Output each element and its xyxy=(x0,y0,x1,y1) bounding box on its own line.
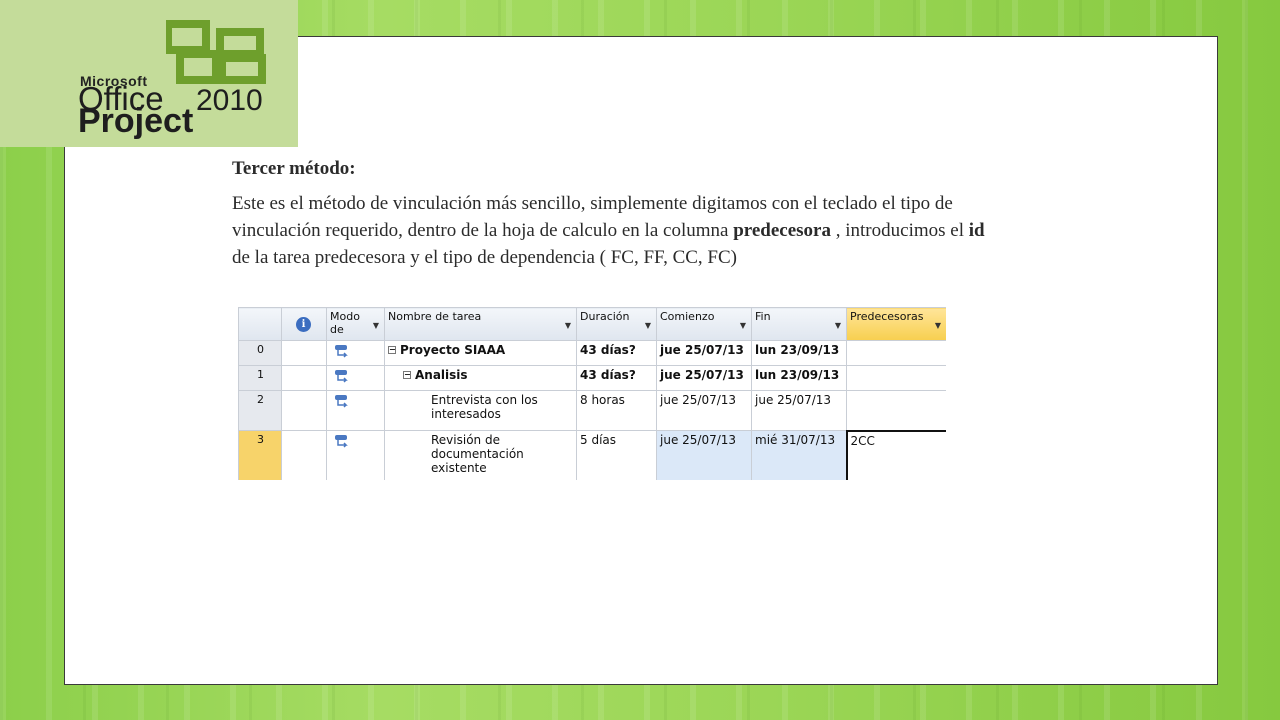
table-row[interactable]: 1 − Analisis 43 días? jue 25/07/13 lun 23… xyxy=(238,365,946,391)
info-icon: i xyxy=(296,317,311,332)
duration-header-label: Duración xyxy=(580,310,630,323)
finish-cell[interactable]: lun 23/09/13 xyxy=(751,340,847,366)
dropdown-arrow-icon[interactable]: ▼ xyxy=(645,321,651,330)
select-all-header[interactable] xyxy=(238,307,282,341)
task-table: i Modo de ▼ Nombre de tarea ▼ Duración ▼ Co… xyxy=(238,307,946,480)
slide-content: Tercer método: Este es el método de vinc… xyxy=(232,156,992,271)
row-id[interactable]: 0 xyxy=(238,340,282,366)
row-id[interactable]: 2 xyxy=(238,390,282,431)
paragraph-text-2: , introducimos el xyxy=(831,220,969,241)
project-task-sheet: i Modo de ▼ Nombre de tarea ▼ Duración ▼ Co… xyxy=(238,307,946,480)
duration-column-header[interactable]: Duración ▼ xyxy=(576,307,657,341)
dropdown-arrow-icon[interactable]: ▼ xyxy=(565,321,571,330)
table-row[interactable]: 3 Revisión de documentación existente 5 … xyxy=(238,429,946,480)
table-row[interactable]: 2 Entrevista con los interesados 8 horas… xyxy=(238,390,946,431)
auto-schedule-icon xyxy=(335,345,348,358)
mode-cell[interactable] xyxy=(326,365,385,391)
task-name-cell[interactable]: − Proyecto SIAAA xyxy=(384,340,577,366)
auto-schedule-icon xyxy=(335,395,348,408)
duration-cell[interactable]: 5 días xyxy=(576,430,657,480)
task-name: Analisis xyxy=(415,368,468,382)
predecessors-cell[interactable] xyxy=(846,340,946,366)
task-name: Proyecto SIAAA xyxy=(400,343,506,357)
dropdown-arrow-icon[interactable]: ▼ xyxy=(935,321,941,330)
task-name: Revisión de documentación existente xyxy=(431,433,524,475)
paragraph-text-3: de la tarea predecesora y el tipo de dep… xyxy=(232,247,738,268)
start-cell[interactable]: jue 25/07/13 xyxy=(656,365,752,391)
predecessors-cell[interactable] xyxy=(846,390,946,431)
mode-cell[interactable] xyxy=(326,340,385,366)
logo-product: Project xyxy=(78,102,194,140)
duration-cell[interactable]: 43 días? xyxy=(576,340,657,366)
header-row: i Modo de ▼ Nombre de tarea ▼ Duración ▼ Co… xyxy=(238,307,946,341)
info-cell[interactable] xyxy=(281,430,327,480)
predecessors-cell[interactable] xyxy=(846,365,946,391)
dropdown-arrow-icon[interactable]: ▼ xyxy=(373,321,379,330)
start-cell[interactable]: jue 25/07/13 xyxy=(656,430,752,480)
mode-cell[interactable] xyxy=(326,430,385,480)
start-cell[interactable]: jue 25/07/13 xyxy=(656,390,752,431)
mode-header-label: Modo de xyxy=(330,310,360,336)
info-cell[interactable] xyxy=(281,340,327,366)
mode-cell[interactable] xyxy=(326,390,385,431)
dropdown-arrow-icon[interactable]: ▼ xyxy=(835,321,841,330)
auto-schedule-icon xyxy=(335,370,348,383)
task-name-cell[interactable]: Entrevista con los interesados xyxy=(384,390,577,431)
finish-cell[interactable]: mié 31/07/13 xyxy=(751,430,847,480)
task-name-cell[interactable]: − Analisis xyxy=(384,365,577,391)
predecessors-header-label: Predecesoras xyxy=(850,310,924,323)
name-header-label: Nombre de tarea xyxy=(388,310,482,323)
info-cell[interactable] xyxy=(281,365,327,391)
office-logo-icon xyxy=(166,20,266,84)
duration-cell[interactable]: 8 horas xyxy=(576,390,657,431)
slide-heading: Tercer método: xyxy=(232,158,356,179)
task-name-cell[interactable]: Revisión de documentación existente xyxy=(384,430,577,480)
table-row[interactable]: 0 − Proyecto SIAAA 43 días? jue 25/07/13 … xyxy=(238,340,946,366)
logo-year: 2010 xyxy=(196,84,263,117)
collapse-icon[interactable]: − xyxy=(388,346,396,354)
finish-cell[interactable]: lun 23/09/13 xyxy=(751,365,847,391)
start-header-label: Comienzo xyxy=(660,310,715,323)
mode-column-header[interactable]: Modo de ▼ xyxy=(326,307,385,341)
row-id[interactable]: 1 xyxy=(238,365,282,391)
collapse-icon[interactable]: − xyxy=(403,371,411,379)
row-id[interactable]: 3 xyxy=(238,430,282,480)
paragraph-bold-id: id xyxy=(968,220,985,241)
predecessors-edit-cell[interactable]: 2CC xyxy=(845,429,946,480)
name-column-header[interactable]: Nombre de tarea ▼ xyxy=(384,307,577,341)
info-column-header[interactable]: i xyxy=(281,307,327,341)
info-cell[interactable] xyxy=(281,390,327,431)
paragraph-bold-predecesora: predecesora xyxy=(733,220,831,241)
start-cell[interactable]: jue 25/07/13 xyxy=(656,340,752,366)
finish-column-header[interactable]: Fin ▼ xyxy=(751,307,847,341)
dropdown-arrow-icon[interactable]: ▼ xyxy=(740,321,746,330)
slide-paragraph: Este es el método de vinculación más sen… xyxy=(232,190,992,271)
predecessors-column-header[interactable]: Predecesoras ▼ xyxy=(846,307,946,341)
finish-cell[interactable]: jue 25/07/13 xyxy=(751,390,847,431)
start-column-header[interactable]: Comienzo ▼ xyxy=(656,307,752,341)
finish-header-label: Fin xyxy=(755,310,771,323)
task-name: Entrevista con los interesados xyxy=(431,393,538,421)
duration-cell[interactable]: 43 días? xyxy=(576,365,657,391)
auto-schedule-icon xyxy=(335,435,348,448)
office-project-logo: Microsoft Office 2010 Project xyxy=(0,0,298,147)
